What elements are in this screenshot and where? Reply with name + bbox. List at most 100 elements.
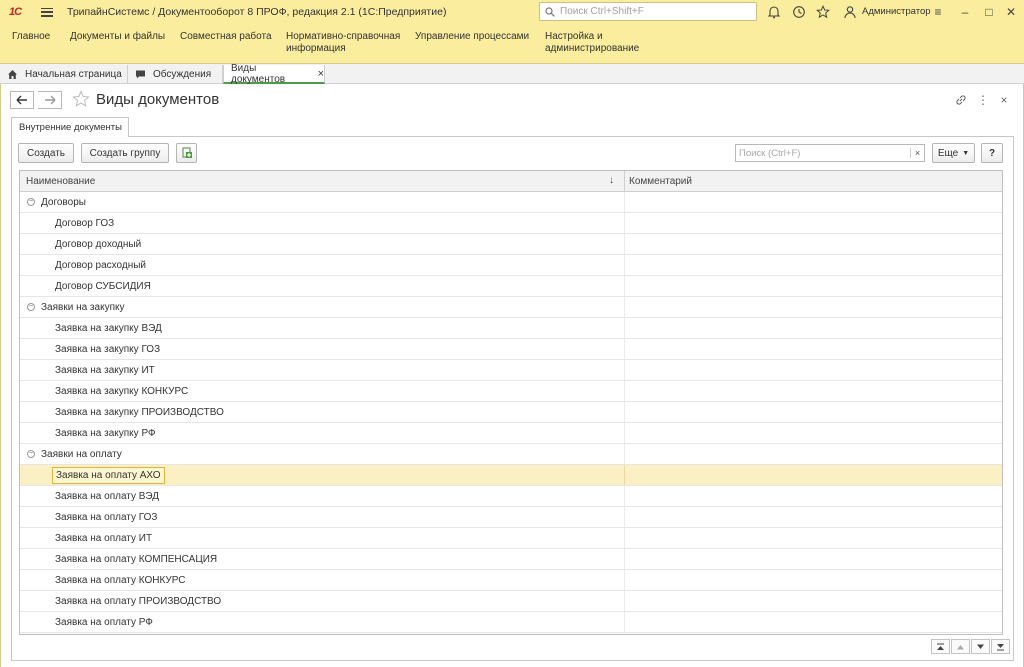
close-window-icon[interactable]: ✕ <box>1003 4 1019 20</box>
app-title: ТрипайнСистемс / Документооборот 8 ПРОФ,… <box>67 6 447 18</box>
table-row[interactable]: Заявка на закупку ГОЗ <box>20 339 1002 360</box>
chat-icon <box>136 70 145 79</box>
menu-process-management[interactable]: Управление процессами <box>415 31 529 43</box>
table-row[interactable]: Заявка на оплату КОНКУРС <box>20 570 1002 591</box>
menu-main[interactable]: Главное <box>12 31 50 43</box>
add-to-favorites-icon[interactable] <box>72 90 90 108</box>
row-label: Заявка на закупку РФ <box>55 427 156 439</box>
main-menu: Главное Документы и файлы Совместная раб… <box>0 24 1024 63</box>
arrow-left-icon <box>16 95 27 105</box>
settings-menu-icon[interactable]: ≡ <box>930 4 946 20</box>
bell-icon[interactable] <box>767 5 781 19</box>
table-row[interactable]: Заявка на оплату ГОЗ <box>20 507 1002 528</box>
tab-discussions[interactable]: Обсуждения <box>128 65 223 84</box>
close-form-icon[interactable]: × <box>997 93 1011 107</box>
row-label: Заявка на оплату РФ <box>55 616 153 628</box>
user-icon[interactable] <box>843 5 857 19</box>
cell-name: Заявка на оплату АХО <box>20 465 625 485</box>
menu-collaboration[interactable]: Совместная работа <box>180 31 272 43</box>
forward-button[interactable] <box>38 91 62 109</box>
search-icon <box>545 6 555 17</box>
create-from-template-button[interactable] <box>176 143 197 163</box>
group-label: Заявки на закупку <box>41 301 125 313</box>
user-name[interactable]: Администратор <box>862 6 931 17</box>
favorites-star-icon[interactable] <box>816 5 830 19</box>
cell-name: Заявка на закупку ПРОИЗВОДСТВО <box>20 402 625 422</box>
cell-comment <box>625 570 1002 590</box>
maximize-icon[interactable]: □ <box>981 4 997 20</box>
tab-home-label: Начальная страница <box>25 69 122 80</box>
cell-comment <box>625 507 1002 527</box>
clear-search-icon[interactable]: × <box>910 148 924 158</box>
create-group-button[interactable]: Создать группу <box>81 143 169 163</box>
cell-name: Заявка на оплату ПРОИЗВОДСТВО <box>20 591 625 611</box>
collapse-group-icon[interactable]: − <box>27 450 35 458</box>
cell-comment <box>625 381 1002 401</box>
table-row[interactable]: Заявка на закупку РФ <box>20 423 1002 444</box>
scroll-to-top-button[interactable] <box>931 639 950 654</box>
sort-arrow-icon: ↓ <box>609 175 614 186</box>
menu-settings-admin[interactable]: Настройка и администрирование <box>545 31 645 55</box>
double-down-icon <box>997 643 1004 650</box>
table-group-row[interactable]: − Заявки на оплату <box>20 444 1002 465</box>
create-button[interactable]: Создать <box>18 143 74 163</box>
cell-name: Заявка на оплату КОМПЕНСАЦИЯ <box>20 549 625 569</box>
cell-name: Заявка на закупку ВЭД <box>20 318 625 338</box>
tab-internal-documents[interactable]: Внутренние документы <box>11 117 129 137</box>
table-row[interactable]: Заявка на закупку ВЭД <box>20 318 1002 339</box>
cell-comment <box>625 612 1002 632</box>
table-row[interactable]: Заявка на оплату РФ <box>20 612 1002 633</box>
table-row[interactable]: Заявка на оплату ИТ <box>20 528 1002 549</box>
collapse-group-icon[interactable]: − <box>27 303 35 311</box>
global-search-input[interactable]: Поиск Ctrl+Shift+F <box>539 2 757 21</box>
row-label: Заявка на закупку КОНКУРС <box>55 385 189 397</box>
scroll-down-button[interactable] <box>971 639 990 654</box>
table-row[interactable]: Заявка на закупку ИТ <box>20 360 1002 381</box>
column-name-header[interactable]: Наименование ↓ <box>20 171 625 191</box>
table-row[interactable]: Договор доходный <box>20 234 1002 255</box>
table-group-row[interactable]: − Договоры <box>20 192 1002 213</box>
back-button[interactable] <box>10 91 34 109</box>
table-row[interactable]: Договор СУБСИДИЯ <box>20 276 1002 297</box>
row-label: Договор расходный <box>55 259 147 271</box>
table-row[interactable]: Заявка на оплату ВЭД <box>20 486 1002 507</box>
scroll-up-button[interactable] <box>951 639 970 654</box>
cell-name: Заявка на оплату ГОЗ <box>20 507 625 527</box>
cell-name: Договор расходный <box>20 255 625 275</box>
table-group-row[interactable]: − Заявки на закупку <box>20 297 1002 318</box>
minimize-icon[interactable]: – <box>957 4 973 20</box>
cell-comment <box>625 591 1002 611</box>
list-search-input[interactable]: Поиск (Ctrl+F) × <box>735 144 925 162</box>
document-add-icon <box>182 147 192 158</box>
table-row[interactable]: Заявка на закупку КОНКУРС <box>20 381 1002 402</box>
row-label: Договор СУБСИДИЯ <box>55 280 151 292</box>
column-comment-header[interactable]: Комментарий <box>625 171 692 191</box>
main-menu-icon[interactable] <box>41 7 53 17</box>
link-icon[interactable] <box>954 93 968 107</box>
menu-documents[interactable]: Документы и файлы <box>70 31 165 43</box>
help-button[interactable]: ? <box>981 143 1003 163</box>
row-label: Заявка на оплату ПРОИЗВОДСТВО <box>55 595 222 607</box>
list-panel: Создать Создать группу Поиск (Ctrl+F) × … <box>11 136 1014 661</box>
tab-home[interactable]: Начальная страница <box>0 65 128 84</box>
collapse-group-icon[interactable]: − <box>27 198 35 206</box>
table-row[interactable]: Договор расходный <box>20 255 1002 276</box>
table-row[interactable]: Заявка на закупку ПРОИЗВОДСТВО <box>20 402 1002 423</box>
row-label: Заявка на оплату ВЭД <box>55 490 160 502</box>
cell-comment <box>625 297 1002 317</box>
table-row[interactable]: Заявка на оплату АХО <box>20 465 1002 486</box>
table-row[interactable]: Заявка на оплату КОМПЕНСАЦИЯ <box>20 549 1002 570</box>
scroll-to-bottom-button[interactable] <box>991 639 1010 654</box>
cell-comment <box>625 465 1002 485</box>
cell-comment <box>625 339 1002 359</box>
tab-document-types[interactable]: Виды документов × <box>223 63 325 85</box>
more-actions-icon[interactable]: ⋮ <box>976 93 990 107</box>
menu-reference-info[interactable]: Нормативно-справочная информация <box>286 31 406 55</box>
table-row[interactable]: Заявка на оплату ПРОИЗВОДСТВО <box>20 591 1002 612</box>
cell-name: − Заявки на оплату <box>20 444 625 464</box>
tab-close-icon[interactable]: × <box>318 68 324 80</box>
more-button[interactable]: Еще ▼ <box>932 143 975 163</box>
table-row[interactable]: Договор ГОЗ <box>20 213 1002 234</box>
history-icon[interactable] <box>792 5 806 19</box>
row-label: Заявка на оплату ИТ <box>55 532 153 544</box>
